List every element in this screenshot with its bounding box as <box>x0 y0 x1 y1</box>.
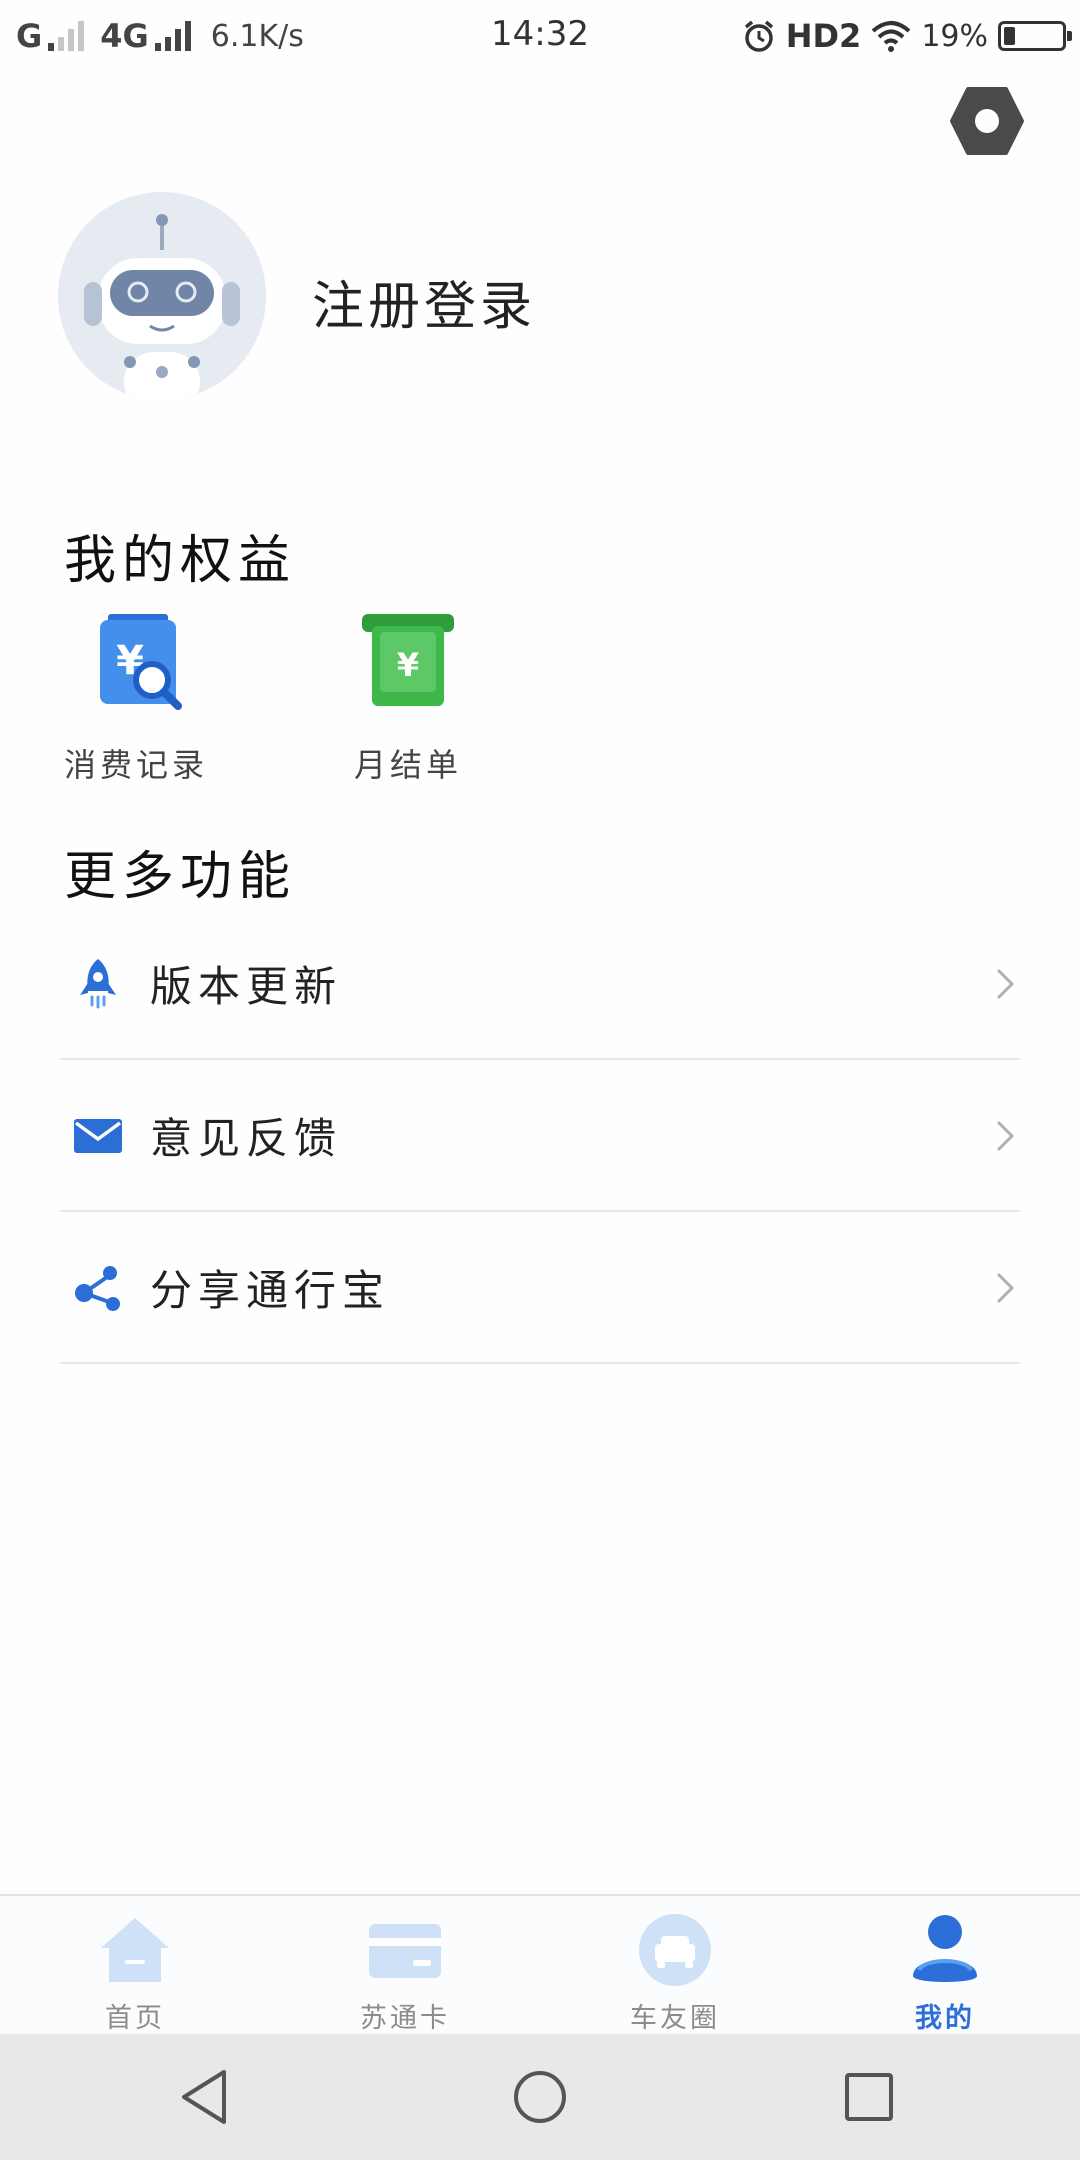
more-section-title: 更多功能 <box>64 847 297 907</box>
person-icon <box>913 1915 977 1982</box>
recents-square-icon[interactable] <box>836 2064 902 2130</box>
chevron-right-icon <box>996 968 1015 1000</box>
tab-home-label: 首页 <box>105 2003 165 2034</box>
status-bar: G 4G 6.1K/s 14:32 HD2 19% <box>0 0 1080 72</box>
tab-car-circle[interactable]: 车友圈 <box>540 1896 810 2036</box>
system-nav-bar <box>0 2034 1080 2160</box>
list-item-feedback[interactable]: 意见反馈 <box>60 1060 1020 1212</box>
mail-icon <box>74 1119 122 1153</box>
rights-item-monthly[interactable]: ¥ 月结单 <box>308 612 508 786</box>
version-update-label: 版本更新 <box>150 961 343 1011</box>
svg-text:¥: ¥ <box>397 646 419 684</box>
tab-mine[interactable]: 我的 <box>810 1896 1080 2036</box>
share-icon <box>75 1266 120 1311</box>
bottom-tab-bar: 首页 苏通卡 车友圈 我的 <box>0 1894 1080 2034</box>
wifi-icon <box>871 21 911 52</box>
chevron-right-icon <box>996 1120 1015 1152</box>
share-label: 分享通行宝 <box>150 1265 391 1315</box>
rights-item-consumption[interactable]: ¥ 消费记录 <box>36 612 236 786</box>
feedback-label: 意见反馈 <box>150 1113 343 1163</box>
rights-label-monthly: 月结单 <box>353 746 462 784</box>
battery-icon <box>998 21 1072 51</box>
rights-label-consumption: 消费记录 <box>63 746 208 784</box>
robot-avatar-icon <box>58 192 266 400</box>
monthly-bill-icon: ¥ <box>362 614 454 706</box>
avatar[interactable] <box>58 192 266 400</box>
battery-fill <box>1004 27 1015 45</box>
tab-car-circle-label: 车友圈 <box>630 2003 720 2034</box>
home-icon <box>101 1918 169 1982</box>
tab-mine-label: 我的 <box>915 2003 975 2034</box>
chevron-right-icon <box>996 1272 1015 1304</box>
more-functions-list: 版本更新 意见反馈 分享通行宝 <box>60 908 1020 1364</box>
tab-card-label: 苏通卡 <box>360 2003 450 2034</box>
alarm-icon <box>744 20 773 52</box>
register-login-link[interactable]: 注册登录 <box>312 264 536 339</box>
battery-percent: 19% <box>921 18 988 54</box>
list-item-version-update[interactable]: 版本更新 <box>60 908 1020 1060</box>
receipt-search-icon: ¥ <box>100 614 182 710</box>
car-circle-icon <box>639 1914 711 1986</box>
rights-section-title: 我的权益 <box>64 531 297 591</box>
rocket-icon <box>80 959 116 1009</box>
settings-hex-icon[interactable] <box>950 84 1024 158</box>
card-icon <box>369 1924 441 1978</box>
status-right: HD2 19% <box>742 14 1072 58</box>
tab-card[interactable]: 苏通卡 <box>270 1896 540 2036</box>
list-item-share[interactable]: 分享通行宝 <box>60 1212 1020 1364</box>
back-triangle-icon[interactable] <box>174 2064 240 2130</box>
hd-label: HD2 <box>785 17 862 55</box>
tab-home[interactable]: 首页 <box>0 1896 270 2036</box>
home-circle-icon[interactable] <box>507 2064 573 2130</box>
